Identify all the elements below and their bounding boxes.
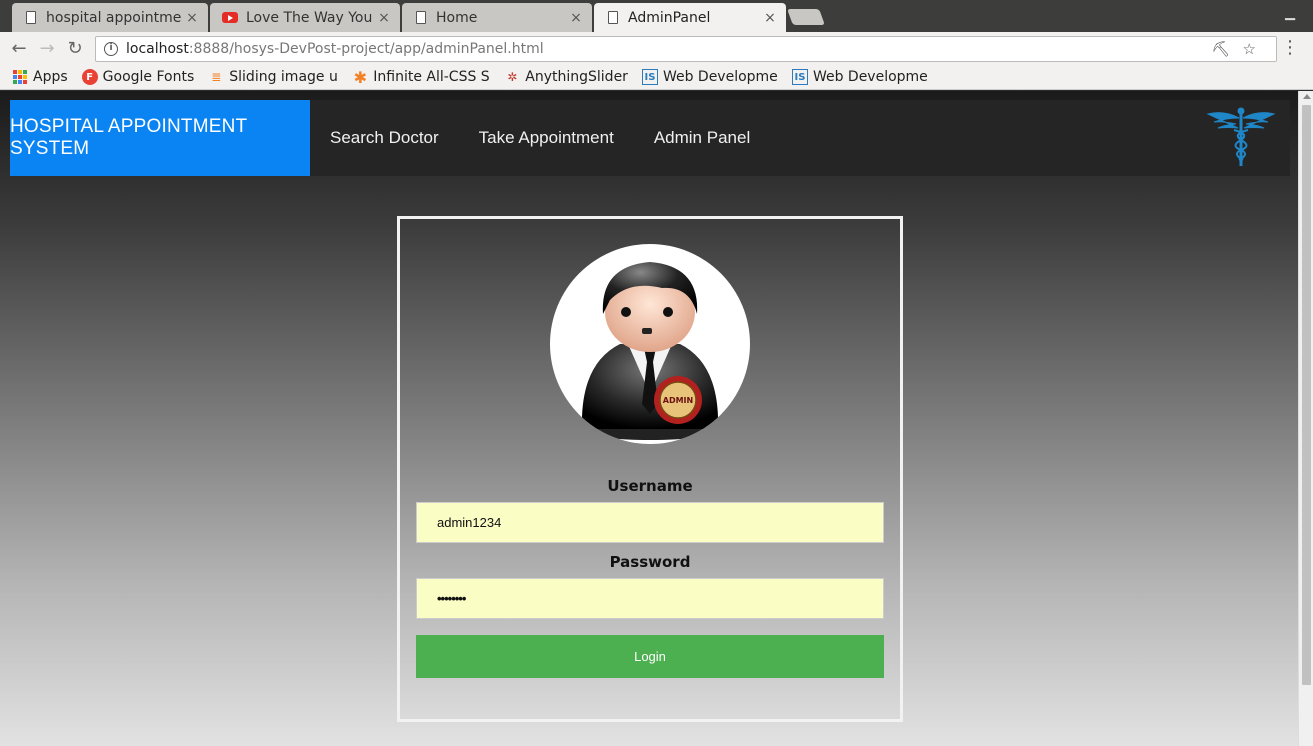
bookmark-label: Web Development: [662, 69, 778, 85]
bookmark-google-fonts[interactable]: F Google Fonts: [81, 69, 195, 85]
admin-avatar-icon: ADMIN: [550, 244, 750, 444]
bookmark-infinite-css[interactable]: ✱ Infinite All-CSS Scr: [352, 69, 491, 85]
page-icon: [26, 11, 36, 24]
paint-roller-icon[interactable]: ⛏: [1212, 40, 1243, 58]
bookmark-label: Google Fonts: [102, 69, 195, 85]
address-path: :8888/hosys-DevPost-project/app/adminPan…: [188, 41, 544, 57]
bookmark-label: Web Development: [812, 69, 928, 85]
browser-toolbar: ← → ↻ i localhost:8888/hosys-DevPost-pro…: [0, 32, 1313, 65]
password-label: Password: [609, 553, 691, 571]
tab-adminpanel[interactable]: AdminPanel ×: [594, 3, 786, 32]
login-card: ADMIN Username admin1234 Password ••••••…: [397, 216, 903, 722]
password-field[interactable]: ••••••••: [416, 578, 884, 619]
close-icon[interactable]: ×: [374, 10, 394, 26]
username-label: Username: [607, 477, 693, 495]
tab-hospital-appointment[interactable]: hospital appointmen ×: [12, 3, 208, 32]
address-bar[interactable]: i localhost:8888/hosys-DevPost-project/a…: [95, 36, 1277, 62]
is-icon: IS: [641, 69, 658, 85]
scroll-up-icon[interactable]: [1303, 94, 1311, 99]
bookmark-label: Infinite All-CSS Scr: [373, 69, 491, 85]
site-navbar: HOSPITAL APPOINTMENT SYSTEM Search Docto…: [10, 100, 1290, 176]
bookmark-apps[interactable]: Apps: [12, 69, 68, 85]
bookmark-anythingslider[interactable]: ✲ AnythingSlider: [504, 69, 628, 85]
login-button[interactable]: Login: [416, 635, 884, 678]
back-arrow-icon[interactable]: ←: [8, 38, 30, 59]
brand-link[interactable]: HOSPITAL APPOINTMENT SYSTEM: [10, 100, 310, 176]
admin-badge-text: ADMIN: [663, 396, 693, 405]
vertical-scrollbar[interactable]: [1298, 91, 1313, 746]
bookmark-web-development-2[interactable]: IS Web Development: [791, 69, 928, 85]
address-host: localhost: [126, 41, 189, 57]
forward-arrow-icon[interactable]: →: [36, 38, 58, 59]
close-icon[interactable]: ×: [760, 10, 780, 26]
youtube-icon: [222, 12, 238, 23]
tab-strip: hospital appointmen × Love The Way You L…: [0, 0, 1313, 32]
close-icon[interactable]: ×: [566, 10, 586, 26]
menu-dots-icon[interactable]: ⋮: [1281, 39, 1299, 57]
reload-icon[interactable]: ↻: [64, 38, 86, 59]
tab-love-the-way[interactable]: Love The Way You Li ×: [210, 3, 400, 32]
tab-title: hospital appointmen: [46, 9, 182, 26]
tab-title: Home: [436, 9, 478, 26]
scrollbar-thumb[interactable]: [1302, 105, 1311, 685]
page-icon: [416, 11, 426, 24]
apps-grid-icon: [12, 69, 28, 85]
page-viewport: HOSPITAL APPOINTMENT SYSTEM Search Docto…: [0, 91, 1298, 746]
username-field[interactable]: admin1234: [416, 502, 884, 543]
asterisk-icon: ✱: [353, 69, 367, 85]
window-minimize-icon[interactable]: ▁: [1285, 6, 1295, 21]
bookmarks-bar: Apps F Google Fonts ≣ Sliding image usin…: [0, 65, 1313, 90]
nav-search-doctor[interactable]: Search Doctor: [330, 128, 439, 148]
google-fonts-icon: F: [81, 69, 98, 85]
is-icon: IS: [791, 69, 808, 85]
close-icon[interactable]: ×: [182, 10, 202, 26]
anythingslider-icon: ✲: [507, 70, 518, 84]
bookmark-sliding-image[interactable]: ≣ Sliding image usin: [208, 69, 338, 85]
caduceus-icon: [1206, 107, 1276, 166]
star-icon[interactable]: ☆: [1243, 40, 1268, 58]
new-tab-button[interactable]: [787, 9, 825, 25]
tab-title: AdminPanel: [628, 9, 711, 26]
page-icon: [608, 11, 618, 24]
tab-home[interactable]: Home ×: [402, 3, 592, 32]
info-icon[interactable]: i: [104, 42, 118, 56]
bookmark-label: Sliding image usin: [229, 69, 338, 85]
stackoverflow-icon: ≣: [211, 70, 222, 84]
nav-admin-panel[interactable]: Admin Panel: [654, 128, 750, 148]
bookmark-label: AnythingSlider: [525, 69, 628, 85]
nav-take-appointment[interactable]: Take Appointment: [479, 128, 614, 148]
bookmark-label: Apps: [33, 69, 68, 85]
bookmark-web-development-1[interactable]: IS Web Development: [641, 69, 778, 85]
tab-title: Love The Way You Li: [246, 9, 374, 26]
